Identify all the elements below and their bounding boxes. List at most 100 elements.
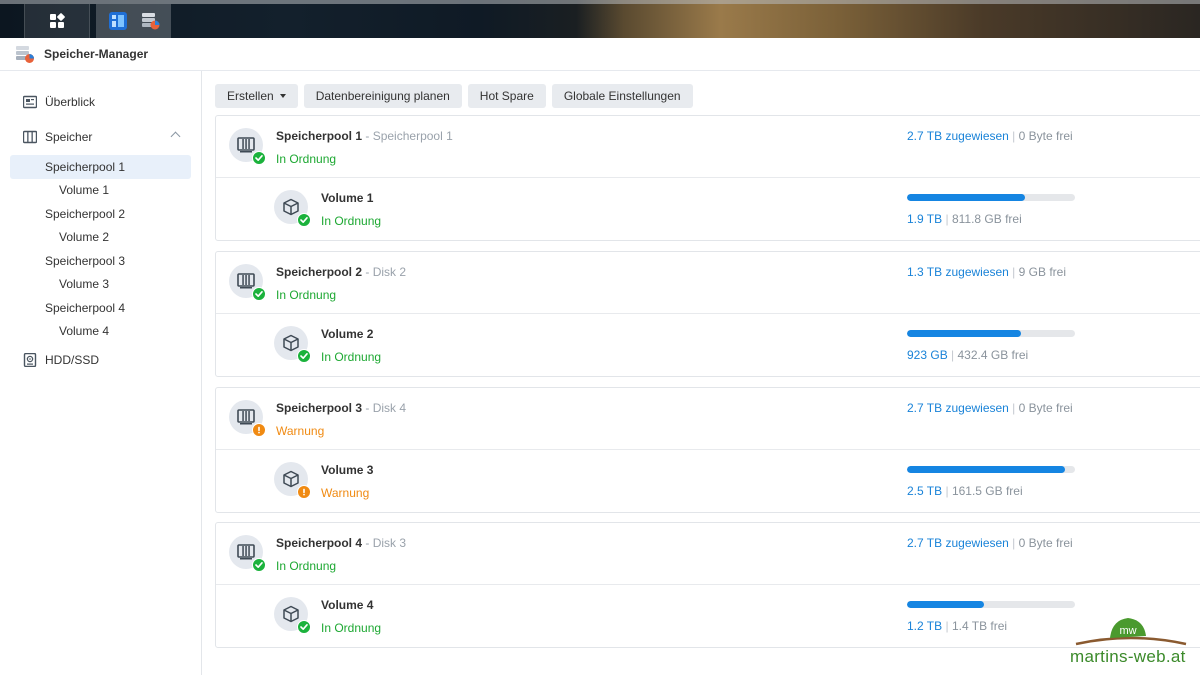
sidebar-item-label: Speicherpool 3 xyxy=(45,254,126,268)
pool-icon-wrap xyxy=(229,535,266,572)
volume-free: 432.4 GB frei xyxy=(957,348,1029,362)
sidebar-item-volume-3[interactable]: Volume 3 xyxy=(10,272,191,296)
sidebar-item-label: Speicherpool 2 xyxy=(45,207,126,221)
volume-icon-wrap xyxy=(274,597,311,634)
pool-icon-wrap xyxy=(229,400,266,437)
volume-usage-bar xyxy=(907,601,1075,608)
pool-separator: - xyxy=(362,536,373,550)
volume-title: Volume 1 xyxy=(321,191,373,205)
sidebar-item-label: Volume 4 xyxy=(59,324,110,338)
sidebar-item-pool-2[interactable]: Speicherpool 2 xyxy=(10,202,191,226)
volume-capacity: 923 GB | 432.4 GB frei xyxy=(907,348,1028,362)
pool-name: Speicherpool 1 xyxy=(276,129,363,143)
status-badge xyxy=(297,620,311,634)
hot-spare-button[interactable]: Hot Spare xyxy=(467,84,546,108)
check-icon xyxy=(255,562,263,568)
storage-pool-card[interactable]: Speicherpool 1 - Speicherpool 1 In Ordnun… xyxy=(215,115,1200,241)
sidebar-item-hdd-ssd[interactable]: HDD/SSD xyxy=(10,348,191,372)
volume-cube-icon xyxy=(283,334,299,352)
volume-usage-fill xyxy=(907,601,985,608)
pool-description: Disk 2 xyxy=(372,265,407,279)
storage-pool-icon xyxy=(237,137,255,153)
volume-name: Volume 3 xyxy=(321,463,374,477)
sidebar-item-label: Speicherpool 1 xyxy=(45,160,126,174)
status-badge xyxy=(297,485,311,499)
volume-status: In Ordnung xyxy=(321,214,382,228)
pool-capacity: 1.3 TB zugewiesen | 9 GB frei xyxy=(907,265,1066,279)
taskbar-apps xyxy=(96,4,171,38)
watermark-text: martins-web.at xyxy=(1070,647,1186,666)
volume-usage-fill xyxy=(907,194,1025,201)
chevron-up-icon[interactable] xyxy=(170,131,181,142)
check-icon xyxy=(300,353,308,359)
volume-icon-wrap xyxy=(274,190,311,227)
pool-row[interactable]: Speicherpool 1 - Speicherpool 1 In Ordnun… xyxy=(216,116,1200,178)
schedule-scrubbing-button[interactable]: Datenbereinigung planen xyxy=(303,84,462,108)
volume-usage-bar xyxy=(907,330,1075,337)
volume-row[interactable]: Volume 1 In Ordnung 1.9 TB | 811.8 GB frei xyxy=(216,178,1200,240)
storage-pool-card[interactable]: Speicherpool 2 - Disk 2 In Ordnung 1.3 TB … xyxy=(215,251,1200,377)
volume-usage-bar xyxy=(907,194,1075,201)
pool-row[interactable]: Speicherpool 4 - Disk 3 In Ordnung 2.7 TB … xyxy=(216,523,1200,585)
pool-row[interactable]: Speicherpool 2 - Disk 2 In Ordnung 1.3 TB … xyxy=(216,252,1200,314)
pool-title: Speicherpool 4 - Disk 3 xyxy=(276,536,406,550)
window-titlebar: Speicher-Manager xyxy=(0,38,1200,71)
status-badge xyxy=(252,151,266,165)
check-icon xyxy=(255,155,263,161)
status-badge xyxy=(252,287,266,301)
sidebar-item-storage[interactable]: Speicher xyxy=(10,125,191,149)
sidebar-item-volume-2[interactable]: Volume 2 xyxy=(10,225,191,249)
storage-icon xyxy=(23,130,37,144)
pool-name: Speicherpool 3 xyxy=(276,401,363,415)
hard-drive-icon xyxy=(23,353,37,367)
package-center-icon[interactable] xyxy=(108,11,128,31)
status-badge xyxy=(297,349,311,363)
caret-down-icon xyxy=(279,94,286,98)
pool-description: Disk 4 xyxy=(372,401,407,415)
volume-row[interactable]: Volume 4 In Ordnung 1.2 TB | 1.4 TB frei xyxy=(216,585,1200,647)
pool-separator: - xyxy=(362,129,373,143)
sidebar-item-volume-4[interactable]: Volume 4 xyxy=(10,319,191,343)
check-icon xyxy=(255,291,263,297)
volume-status: Warnung xyxy=(321,486,370,500)
pool-icon-wrap xyxy=(229,128,266,165)
volume-title: Volume 2 xyxy=(321,327,373,341)
capacity-divider: | xyxy=(942,484,952,498)
storage-manager-icon xyxy=(16,46,34,63)
capacity-divider: | xyxy=(942,212,952,226)
storage-pool-card[interactable]: Speicherpool 3 - Disk 4 Warnung 2.7 TB zug… xyxy=(215,387,1200,513)
main-menu-button[interactable] xyxy=(24,4,90,38)
capacity-divider: | xyxy=(1008,265,1019,279)
status-badge xyxy=(252,423,266,437)
sidebar-item-label: HDD/SSD xyxy=(45,353,100,367)
storage-manager-taskbar-icon[interactable] xyxy=(140,11,160,31)
volume-used: 1.2 TB xyxy=(907,619,943,633)
sidebar-item-pool-3[interactable]: Speicherpool 3 xyxy=(10,249,191,273)
volume-status: In Ordnung xyxy=(321,621,382,635)
pool-title: Speicherpool 1 - Speicherpool 1 xyxy=(276,129,453,143)
pool-name: Speicherpool 4 xyxy=(276,536,363,550)
capacity-divider: | xyxy=(1008,129,1019,143)
sidebar-item-volume-1[interactable]: Volume 1 xyxy=(10,178,191,202)
pool-capacity: 2.7 TB zugewiesen | 0 Byte frei xyxy=(907,401,1073,415)
pool-row[interactable]: Speicherpool 3 - Disk 4 Warnung 2.7 TB zug… xyxy=(216,388,1200,450)
sidebar-item-label: Volume 1 xyxy=(59,183,110,197)
sidebar-item-pool-4[interactable]: Speicherpool 4 xyxy=(10,296,191,320)
pool-assigned: 2.7 TB zugewiesen xyxy=(907,401,1009,415)
pool-free: 0 Byte frei xyxy=(1018,536,1073,550)
sidebar-item-overview[interactable]: Überblick xyxy=(10,90,191,114)
check-icon xyxy=(300,624,308,630)
global-settings-button[interactable]: Globale Einstellungen xyxy=(551,84,693,108)
sidebar-item-pool-1[interactable]: Speicherpool 1 xyxy=(10,155,191,179)
sidebar-item-label: Überblick xyxy=(45,95,96,109)
volume-row[interactable]: Volume 3 Warnung 2.5 TB | 161.5 GB frei xyxy=(216,450,1200,512)
volume-title: Volume 4 xyxy=(321,598,373,612)
watermark-logo: mw xyxy=(1075,618,1187,646)
volume-name: Volume 2 xyxy=(321,327,374,341)
storage-pool-card[interactable]: Speicherpool 4 - Disk 3 In Ordnung 2.7 TB … xyxy=(215,522,1200,648)
volume-capacity: 1.2 TB | 1.4 TB frei xyxy=(907,619,1007,633)
create-dropdown-button[interactable]: Erstellen xyxy=(215,84,298,108)
volume-used: 923 GB xyxy=(907,348,948,362)
volume-row[interactable]: Volume 2 In Ordnung 923 GB | 432.4 GB frei xyxy=(216,314,1200,376)
pool-separator: - xyxy=(362,265,373,279)
